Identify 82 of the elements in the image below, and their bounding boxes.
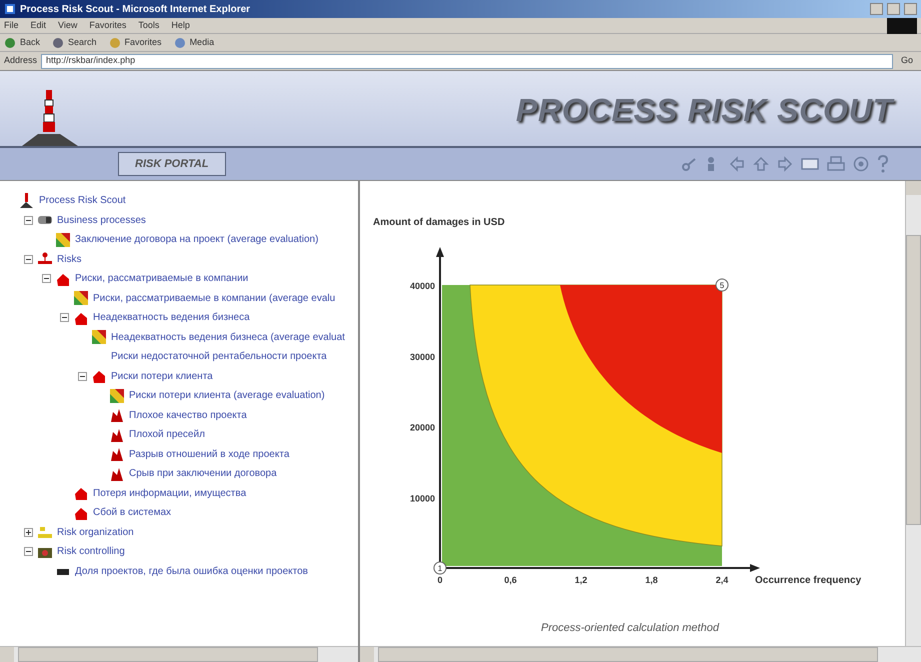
menu-item[interactable]: Favorites bbox=[89, 18, 126, 32]
toolbar-button[interactable]: Media bbox=[174, 36, 214, 50]
collapse-icon[interactable] bbox=[24, 216, 33, 225]
menu-item[interactable]: Help bbox=[171, 18, 190, 32]
address-label: Address bbox=[4, 54, 38, 68]
tree-item[interactable]: Потеря информации, имущества bbox=[93, 486, 246, 501]
factory-icon bbox=[109, 446, 125, 462]
portal-tab[interactable]: RISK PORTAL bbox=[118, 152, 226, 176]
collapse-icon[interactable] bbox=[78, 372, 87, 381]
chart-caption: Process-oriented calculation method bbox=[541, 622, 719, 634]
tick-label: 0 bbox=[438, 575, 442, 585]
horizontal-scrollbar[interactable] bbox=[0, 646, 358, 662]
collapse-icon[interactable] bbox=[24, 254, 33, 264]
tree-item[interactable]: Разрыв отношений в ходе проекта bbox=[129, 446, 290, 462]
tree-item[interactable]: Доля проектов, где была ошибка оценки проектов bbox=[75, 564, 308, 579]
y-axis-title: Amount of damages in USD bbox=[373, 217, 505, 228]
house-icon bbox=[73, 485, 89, 502]
vertical-scrollbar[interactable] bbox=[905, 181, 921, 646]
tick-label: 40000 bbox=[410, 281, 435, 291]
tick-label: 2,4 bbox=[716, 575, 728, 585]
menu-item[interactable]: View bbox=[58, 18, 78, 32]
gradient-square-icon bbox=[73, 290, 89, 306]
help-icon[interactable] bbox=[877, 155, 889, 173]
org-chart-icon bbox=[37, 524, 53, 540]
tick-label: 0,6 bbox=[504, 575, 517, 585]
lighthouse-icon bbox=[19, 192, 35, 209]
key-icon[interactable] bbox=[681, 156, 697, 172]
house-icon bbox=[91, 368, 107, 384]
expand-icon[interactable] bbox=[24, 528, 33, 537]
gradient-square-icon bbox=[109, 388, 125, 404]
tree-item[interactable]: Риски, рассматриваемые в компании bbox=[75, 271, 248, 286]
window-icon[interactable] bbox=[801, 157, 819, 171]
address-field[interactable]: http://rskbar/index.php bbox=[41, 54, 893, 68]
tick-label: 10000 bbox=[410, 493, 435, 504]
tree-item[interactable]: Риски потери клиента (average evaluation) bbox=[129, 388, 325, 404]
browser-icon bbox=[4, 3, 16, 15]
collapse-icon[interactable] bbox=[60, 313, 69, 322]
right-arrow-icon[interactable] bbox=[777, 156, 793, 172]
menu-item[interactable]: Tools bbox=[138, 18, 160, 32]
target-icon[interactable] bbox=[853, 156, 869, 172]
minimize-button[interactable] bbox=[870, 3, 883, 15]
tree-item[interactable]: Process Risk Scout bbox=[39, 193, 126, 208]
tree-item[interactable]: Заключение договора на проект (average evaluation) bbox=[75, 232, 318, 248]
gradient-square-icon bbox=[55, 232, 71, 248]
app-title: PROCESS RISK SCOUT bbox=[516, 91, 893, 130]
tick-label: 1,8 bbox=[645, 575, 658, 585]
tree-item[interactable]: Риски, рассматриваемые в компании (average evalu bbox=[93, 290, 336, 306]
horizontal-scrollbar[interactable] bbox=[360, 646, 921, 662]
go-button[interactable]: Go bbox=[896, 54, 917, 68]
tree-item[interactable]: Плохой пресейл bbox=[129, 427, 205, 442]
x-axis-title: Occurrence frequency bbox=[755, 575, 862, 586]
tree-item[interactable]: Неадекватность ведения бизнеса (average evaluat bbox=[111, 330, 345, 345]
toolbar-button[interactable]: Back bbox=[4, 36, 40, 50]
gradient-square-icon bbox=[91, 329, 107, 346]
corner-marker: 1 bbox=[434, 562, 446, 574]
tree-item[interactable]: Risks bbox=[57, 252, 82, 267]
tick-label: 20000 bbox=[410, 422, 435, 432]
window-title: Process Risk Scout - Microsoft Internet Explorer bbox=[20, 2, 250, 16]
tree-item[interactable]: Плохое качество проекта bbox=[129, 408, 247, 423]
left-arrow-icon[interactable] bbox=[729, 156, 745, 172]
tree-item[interactable]: Business processes bbox=[57, 212, 146, 228]
tree-item[interactable]: Риски потери клиента bbox=[111, 368, 213, 384]
tree-item[interactable]: Risk organization bbox=[57, 524, 134, 540]
toolbar-button[interactable]: Favorites bbox=[108, 36, 162, 50]
up-arrow-icon[interactable] bbox=[753, 156, 769, 172]
collapse-icon[interactable] bbox=[42, 274, 51, 284]
tree-item[interactable]: Неадекватность ведения бизнеса bbox=[93, 310, 250, 326]
tree-item[interactable]: Срыв при заключении договора bbox=[129, 466, 277, 482]
tree-item[interactable]: Risk controlling bbox=[57, 544, 125, 560]
tick-label: 1,2 bbox=[574, 575, 588, 585]
toolbar-button[interactable]: Search bbox=[52, 36, 97, 50]
factory-icon bbox=[109, 407, 125, 424]
printer-icon[interactable] bbox=[827, 156, 845, 172]
collapse-icon[interactable] bbox=[24, 547, 33, 556]
corner-marker: 5 bbox=[716, 278, 728, 292]
menu-item[interactable]: Edit bbox=[30, 18, 46, 32]
maximize-button[interactable] bbox=[887, 3, 900, 15]
tree-item[interactable]: Сбой в системах bbox=[93, 505, 172, 520]
menu-item[interactable]: File bbox=[4, 18, 19, 32]
tree-item[interactable]: Риски недостаточной рентабельности проекта bbox=[111, 349, 327, 364]
tick-label: 30000 bbox=[410, 352, 435, 362]
close-button[interactable] bbox=[904, 3, 917, 15]
